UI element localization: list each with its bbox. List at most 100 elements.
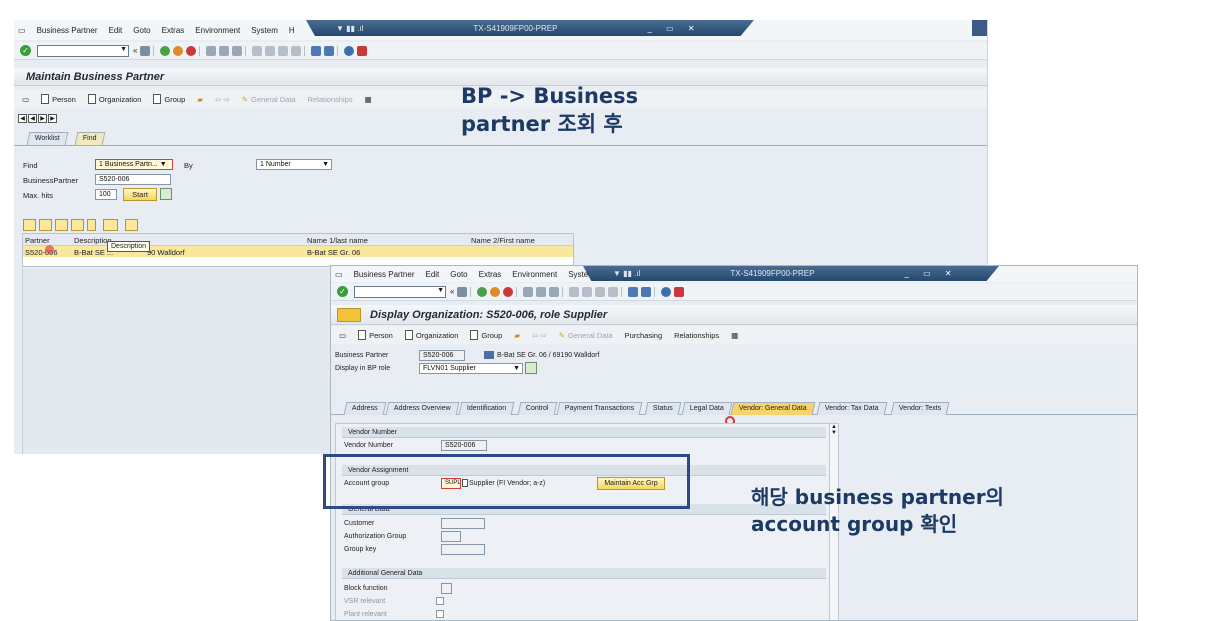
role-confirm-icon[interactable]	[525, 362, 537, 374]
filter-dropdown-icon[interactable]	[87, 219, 96, 231]
print-icon[interactable]	[206, 45, 217, 56]
relationships-button[interactable]: Relationships	[674, 331, 719, 340]
export-icon[interactable]	[125, 219, 138, 231]
find-icon[interactable]	[536, 286, 547, 297]
organization-button[interactable]: Organization	[87, 94, 141, 104]
menu-extras[interactable]: Extras	[162, 26, 185, 35]
menu-help[interactable]: H	[289, 26, 295, 35]
next-page-icon[interactable]	[278, 45, 289, 56]
filter-icon[interactable]	[71, 219, 84, 231]
group-button[interactable]: Group	[470, 330, 502, 340]
tab-address[interactable]: Address	[343, 402, 387, 415]
new-session-icon[interactable]	[311, 45, 322, 56]
last-page-icon[interactable]	[291, 45, 302, 56]
next-icon[interactable]: ▶	[38, 114, 47, 123]
exit-icon[interactable]	[490, 286, 501, 297]
hierarchy-icon[interactable]: ▦	[365, 95, 372, 104]
find-icon[interactable]	[219, 45, 230, 56]
role-select[interactable]: FLVN01 Supplier ▼	[419, 363, 523, 374]
first-page-icon[interactable]	[569, 286, 580, 297]
enter-icon[interactable]: ✓	[337, 286, 348, 297]
menu-edit[interactable]: Edit	[425, 270, 439, 279]
col-name2[interactable]: Name 2/First name	[471, 236, 535, 245]
back-nav-icon[interactable]: «	[133, 46, 137, 55]
window-icon[interactable]: ▭	[335, 270, 343, 279]
sort-asc-icon[interactable]	[39, 219, 52, 231]
start-button[interactable]: Start	[123, 188, 157, 201]
last-page-icon[interactable]	[608, 286, 619, 297]
block-function-field[interactable]	[441, 583, 452, 594]
delete-icon[interactable]	[160, 188, 172, 200]
exit-icon[interactable]	[173, 45, 184, 56]
next-page-icon[interactable]	[595, 286, 606, 297]
bp-input[interactable]: S520-006	[95, 174, 171, 185]
bp-field[interactable]: S520-006	[419, 350, 465, 361]
menu-environment[interactable]: Environment	[512, 270, 557, 279]
max-hits-input[interactable]: 100	[95, 189, 117, 200]
prev-page-icon[interactable]	[265, 45, 276, 56]
col-partner[interactable]: Partner	[25, 236, 50, 245]
shortcut-icon[interactable]	[641, 286, 652, 297]
cancel-icon[interactable]	[503, 286, 514, 297]
window-icon[interactable]: ▭	[18, 26, 26, 35]
menu-business-partner[interactable]: Business Partner	[354, 270, 415, 279]
print-icon[interactable]	[523, 286, 534, 297]
back-nav-icon[interactable]: «	[450, 287, 454, 296]
person-button[interactable]: Person	[41, 94, 76, 104]
tab-identification[interactable]: Identification	[458, 402, 515, 415]
layout-icon[interactable]	[103, 219, 118, 231]
tab-vendor-tax-data[interactable]: Vendor: Tax Data	[816, 402, 887, 415]
tab-control[interactable]: Control	[517, 402, 557, 415]
cancel-icon[interactable]	[186, 45, 197, 56]
general-data-button[interactable]: ✎ General Data	[559, 331, 613, 340]
tab-status[interactable]: Status	[644, 402, 682, 415]
back-icon[interactable]	[477, 286, 488, 297]
tab-find[interactable]: Find	[74, 132, 106, 145]
tab-address-overview[interactable]: Address Overview	[385, 402, 460, 415]
col-name1[interactable]: Name 1/last name	[307, 236, 368, 245]
enter-icon[interactable]: ✓	[20, 45, 31, 56]
last-icon[interactable]: ▶	[48, 114, 57, 123]
help-icon[interactable]	[661, 286, 672, 297]
shortcut-icon[interactable]	[324, 45, 335, 56]
menu-edit[interactable]: Edit	[108, 26, 122, 35]
find-next-icon[interactable]	[232, 45, 243, 56]
first-icon[interactable]: ◀	[18, 114, 27, 123]
purchasing-button[interactable]: Purchasing	[625, 331, 663, 340]
general-data-button[interactable]: ✎ General Data	[242, 95, 296, 104]
command-field[interactable]: ▼	[354, 285, 446, 298]
tab-worklist[interactable]: Worklist	[26, 132, 69, 145]
group-button[interactable]: Group	[153, 94, 185, 104]
scroll-down-icon[interactable]: ▼	[830, 430, 838, 436]
back-icon[interactable]	[160, 45, 171, 56]
tab-legal-data[interactable]: Legal Data	[681, 402, 733, 415]
first-page-icon[interactable]	[252, 45, 263, 56]
tab-vendor-texts[interactable]: Vendor: Texts	[890, 402, 950, 415]
help-icon[interactable]	[344, 45, 355, 56]
save-icon[interactable]	[457, 286, 468, 297]
find-select[interactable]: 1 Business Partn... ▼	[95, 159, 173, 170]
tab-vendor-general-data[interactable]: Vendor: General Data	[730, 402, 816, 415]
menu-goto[interactable]: Goto	[450, 270, 467, 279]
col-description[interactable]: Description	[74, 236, 112, 245]
organization-button[interactable]: Organization	[404, 330, 458, 340]
menu-extras[interactable]: Extras	[479, 270, 502, 279]
prev-page-icon[interactable]	[582, 286, 593, 297]
layout-icon[interactable]	[674, 286, 685, 297]
find-next-icon[interactable]	[549, 286, 560, 297]
hierarchy-icon[interactable]: ▦	[731, 331, 738, 340]
details-icon[interactable]	[23, 219, 36, 231]
menu-business-partner[interactable]: Business Partner	[37, 26, 98, 35]
layout-icon[interactable]	[357, 45, 368, 56]
command-field[interactable]: ▼	[37, 44, 129, 57]
save-icon[interactable]	[140, 45, 151, 56]
menu-system[interactable]: System	[251, 26, 278, 35]
layout-toggle-icon[interactable]: ▭	[22, 95, 29, 104]
layout-toggle-icon[interactable]: ▭	[339, 331, 346, 340]
tab-payment-transactions[interactable]: Payment Transactions	[556, 402, 643, 415]
menu-environment[interactable]: Environment	[195, 26, 240, 35]
sort-desc-icon[interactable]	[55, 219, 68, 231]
vendor-number-field[interactable]: S520-006	[441, 440, 487, 451]
by-select[interactable]: 1 Number ▼	[256, 159, 332, 170]
open-folder-icon[interactable]: ▰	[514, 331, 520, 340]
